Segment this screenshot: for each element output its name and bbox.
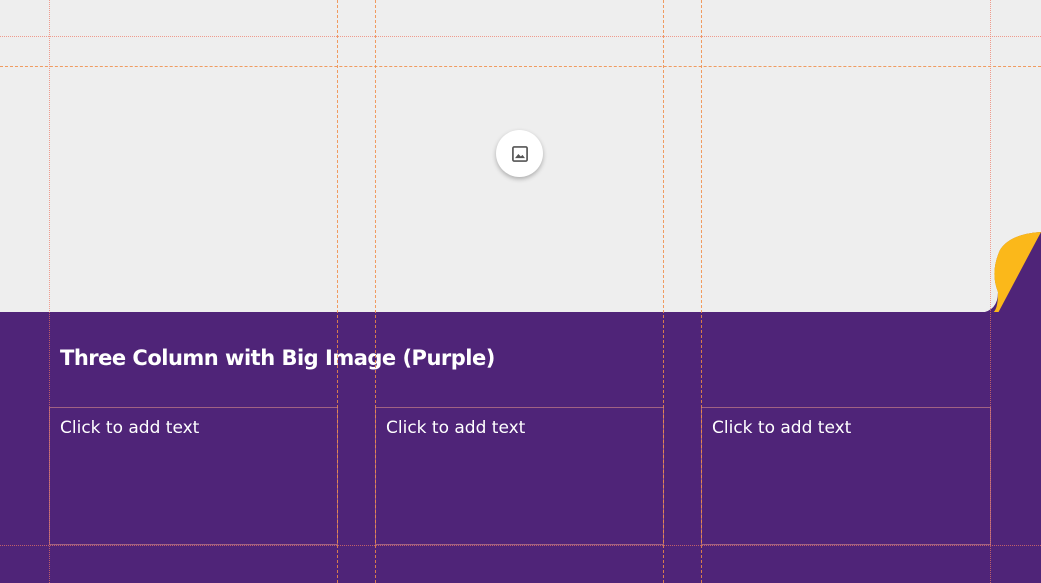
column-3-placeholder: Click to add text (712, 418, 852, 438)
slide-canvas: Three Column with Big Image (Purple) Cli… (0, 0, 1041, 583)
column-3-text-box[interactable]: Click to add text (701, 407, 991, 545)
column-2-text-box[interactable]: Click to add text (375, 407, 664, 545)
column-1-text-box[interactable]: Click to add text (49, 407, 338, 545)
slide-title[interactable]: Three Column with Big Image (Purple) (60, 346, 495, 370)
image-icon (511, 145, 528, 162)
insert-image-button[interactable] (496, 130, 543, 177)
column-1-placeholder: Click to add text (60, 418, 200, 438)
corner-accent-shape (980, 232, 1041, 313)
column-2-placeholder: Click to add text (386, 418, 526, 438)
